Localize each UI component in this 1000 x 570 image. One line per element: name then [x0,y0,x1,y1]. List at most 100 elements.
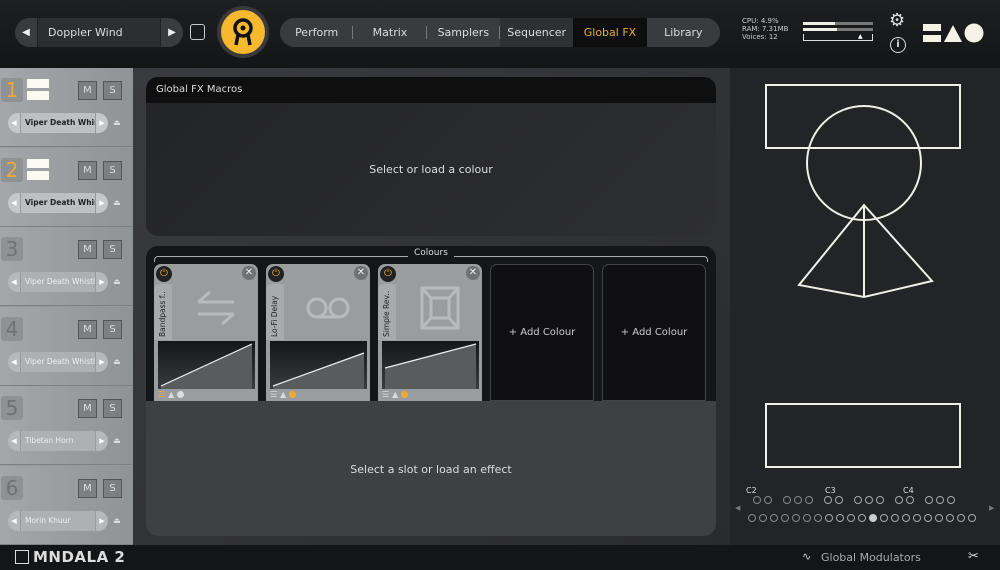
black-key[interactable] [753,496,761,504]
prev-sound-button[interactable]: ◀ [8,278,20,286]
black-key[interactable] [895,496,903,504]
lines-icon[interactable]: ☰ [270,390,277,399]
black-key[interactable] [783,496,791,504]
tab-matrix[interactable]: Matrix [353,18,427,47]
sampler-slot[interactable]: 1 M S ◀Viper Death Whistle▶ ⏏ [0,68,133,147]
keyboard-scroll-left[interactable]: ◀ [735,504,740,512]
prev-sound-button[interactable]: ◀ [8,358,20,366]
solo-button[interactable]: S [103,319,122,339]
tab-perform[interactable]: Perform [280,18,354,47]
close-icon[interactable]: ✕ [466,266,480,280]
mute-button[interactable]: M [78,240,97,259]
eject-icon[interactable]: ⏏ [113,277,121,286]
sound-name[interactable]: Viper Death Whistle [20,272,96,292]
close-icon[interactable]: ✕ [354,266,368,280]
mute-button[interactable]: M [78,81,97,100]
white-key[interactable] [825,514,833,522]
next-sound-button[interactable]: ▶ [96,437,108,445]
eject-icon[interactable]: ⏏ [113,118,121,127]
global-modulators-button[interactable]: Global Modulators [821,551,921,564]
sampler-slot[interactable]: 6 M S ◀ Morin Khuur ▶ ⏏ [0,465,133,545]
next-sound-button[interactable]: ▶ [96,119,108,127]
white-key[interactable] [792,514,800,522]
white-key[interactable] [748,514,756,522]
white-key[interactable] [803,514,811,522]
white-key[interactable] [836,514,844,522]
tab-sequencer[interactable]: Sequencer [499,18,574,47]
settings-gear-icon[interactable]: ⚙ [889,10,905,31]
colour-card[interactable]: Simple Rev.. ⏻ ✕ ☰ ▲ [378,264,482,401]
white-key[interactable] [924,514,932,522]
white-key[interactable] [957,514,965,522]
black-key[interactable] [906,496,914,504]
next-sound-button[interactable]: ▶ [96,517,108,525]
next-sound-button[interactable]: ▶ [96,358,108,366]
eject-icon[interactable]: ⏏ [113,516,121,525]
sampler-slot[interactable]: 5 M S ◀ Tibetan Horn ▶ ⏏ [0,386,133,465]
close-icon[interactable]: ✕ [242,266,256,280]
lines-icon[interactable]: ☰ [382,390,389,399]
white-key[interactable] [770,514,778,522]
circle-icon[interactable] [177,391,185,398]
solo-button[interactable]: S [103,160,122,180]
black-key[interactable] [865,496,873,504]
white-key[interactable] [902,514,910,522]
power-icon[interactable]: ⏻ [268,266,284,282]
info-icon[interactable]: i [890,37,906,53]
triangle-icon[interactable]: ▲ [280,390,286,399]
keyboard-scroll-right[interactable]: ▶ [989,504,994,512]
black-key[interactable] [936,496,944,504]
next-preset-button[interactable]: ▶ [161,27,183,38]
white-key[interactable] [781,514,789,522]
white-key[interactable] [759,514,767,522]
circle-icon[interactable] [289,391,297,398]
sound-name[interactable]: Viper Death Whistle [20,113,96,133]
mute-button[interactable]: M [78,399,97,418]
sound-selector[interactable]: ◀Viper Death Whistle▶ [8,272,108,292]
solo-button[interactable]: S [103,81,122,100]
preset-name[interactable]: Doppler Wind [37,18,161,47]
prev-preset-button[interactable]: ◀ [15,27,37,38]
colour-card[interactable]: Bandpass f.. ⏻ ✕ ☰ ▲ [154,264,258,401]
power-icon[interactable]: ⏻ [380,266,396,282]
black-key[interactable] [854,496,862,504]
prev-sound-button[interactable]: ◀ [8,437,20,445]
effect-name[interactable]: Lo-Fi Delay [266,284,284,340]
black-key[interactable] [835,496,843,504]
sound-selector[interactable]: ◀Viper Death Whistle▶ [8,113,108,133]
macro-curve-graph[interactable] [270,341,367,389]
sound-name[interactable]: Viper Death Whistle [20,192,96,213]
prev-sound-button[interactable]: ◀ [8,517,20,525]
white-key[interactable] [935,514,943,522]
prev-sound-button[interactable]: ◀ [8,199,20,207]
eject-icon[interactable]: ⏏ [113,436,121,445]
next-sound-button[interactable]: ▶ [96,199,108,207]
effect-name[interactable]: Simple Rev.. [378,284,396,340]
black-key[interactable] [794,496,802,504]
sampler-slot[interactable]: 4 M S ◀ Viper Death Whistle ▶ ⏏ [0,306,133,386]
solo-button[interactable]: S [103,478,122,498]
sound-selector[interactable]: ◀ Tibetan Horn ▶ [8,431,108,451]
triangle-icon[interactable]: ▲ [392,390,398,399]
white-key[interactable] [847,514,855,522]
tab-library[interactable]: Library [647,18,720,47]
black-key[interactable] [947,496,955,504]
macro-curve-graph[interactable] [158,341,255,389]
logo-button[interactable] [217,6,269,58]
tab-samplers[interactable]: Samplers [427,18,501,47]
sound-selector[interactable]: ◀ Morin Khuur ▶ [8,510,108,531]
mute-button[interactable]: M [78,319,97,339]
sound-name[interactable]: Viper Death Whistle [20,351,96,372]
lines-icon[interactable]: ☰ [158,390,165,399]
mute-button[interactable]: M [78,160,97,180]
white-key[interactable] [968,514,976,522]
black-key[interactable] [925,496,933,504]
sampler-slot[interactable]: 2 M S ◀Viper Death Whistle▶ ⏏ [0,147,133,227]
eject-icon[interactable]: ⏏ [113,198,121,207]
next-sound-button[interactable]: ▶ [96,278,108,286]
macro-curve-graph[interactable] [382,341,479,389]
white-key[interactable] [814,514,822,522]
solo-button[interactable]: S [103,240,122,259]
sampler-slot[interactable]: 3 M S ◀ Viper Death Whistle ▶ ⏏ [0,227,133,306]
disconnect-icon[interactable]: ✂ [968,549,979,564]
